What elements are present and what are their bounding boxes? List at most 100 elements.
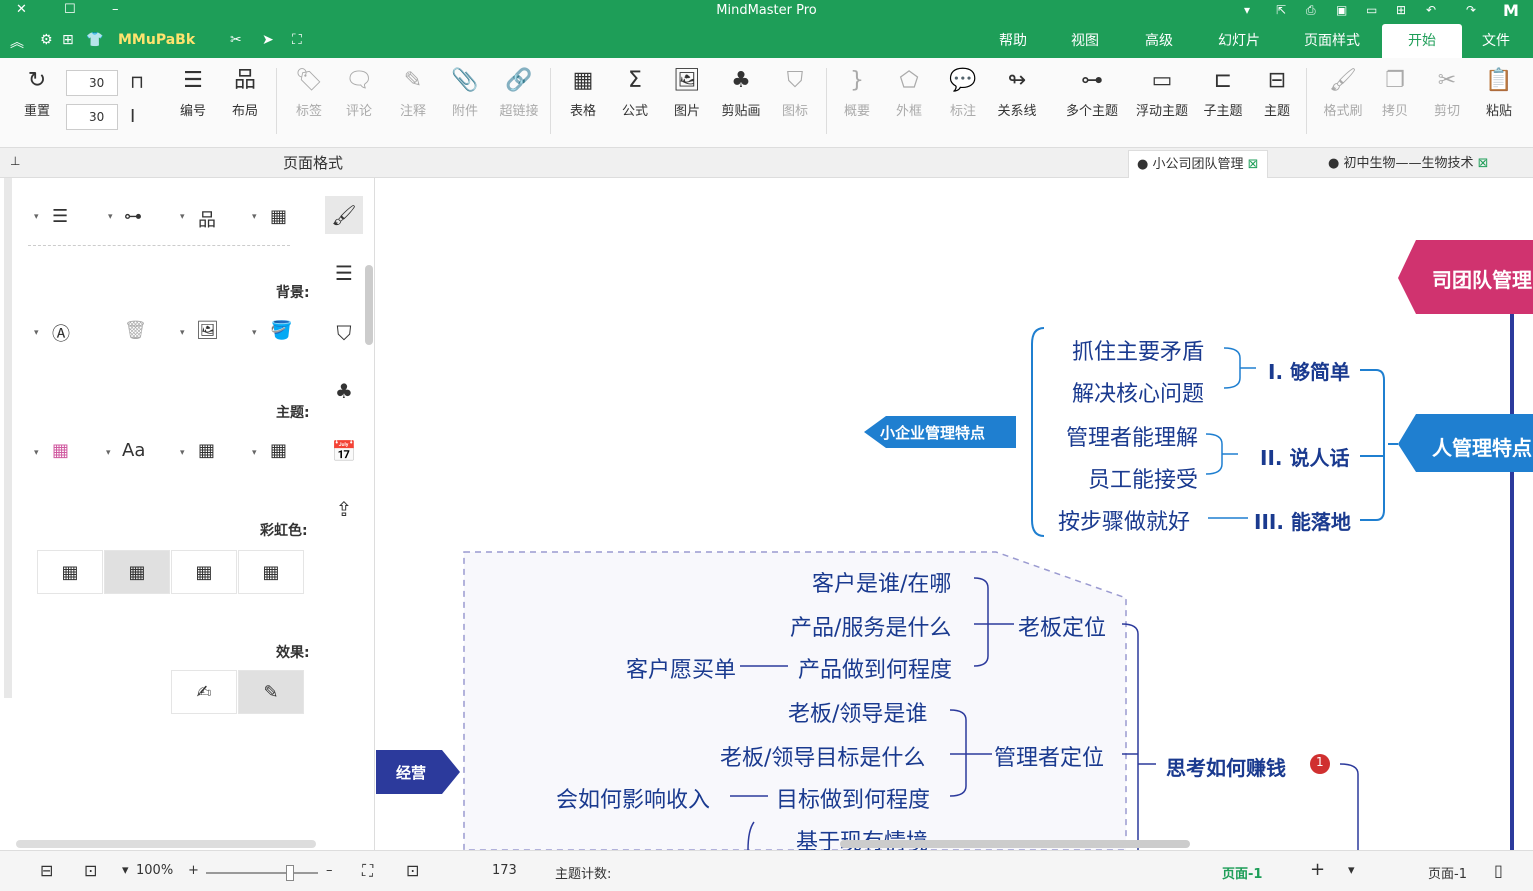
small-biz-topic[interactable]: 小企业管理特点 bbox=[880, 422, 985, 443]
fullscreen-view-icon[interactable]: ⛶ bbox=[362, 861, 373, 881]
layout-icon[interactable]: 品 bbox=[198, 206, 216, 232]
color-palette-icon[interactable]: ▦ bbox=[52, 440, 69, 461]
send-icon[interactable]: ➤ bbox=[262, 32, 274, 48]
fullscreen-icon[interactable]: ⛶ bbox=[292, 32, 302, 48]
theme-grid-icon[interactable]: ▦ bbox=[270, 440, 287, 461]
redo-icon[interactable]: ↷ bbox=[1466, 3, 1476, 17]
clipart-icon[interactable]: ♣ bbox=[325, 372, 363, 410]
attachment-button[interactable]: 📎 附件 bbox=[438, 66, 492, 119]
page-format-icon[interactable]: 🖌 bbox=[325, 196, 363, 234]
grid-icon[interactable]: ▦ bbox=[270, 206, 287, 227]
product-degree-topic[interactable]: 产品做到何程度 bbox=[798, 652, 952, 684]
manager-position-topic[interactable]: 管理者定位 bbox=[994, 740, 1104, 772]
panel-h-scrollbar[interactable] bbox=[16, 840, 316, 848]
comment-button[interactable]: 🗨 评论 bbox=[332, 66, 386, 119]
callout-button[interactable]: 💬 标注 bbox=[936, 66, 990, 119]
collapse-icon[interactable]: ⊟ bbox=[40, 861, 53, 880]
panel-scrollbar[interactable] bbox=[4, 178, 12, 698]
tab-file[interactable]: 文件 bbox=[1472, 24, 1520, 58]
customer-buy-topic[interactable]: 客户愿买单 bbox=[626, 652, 736, 684]
sidebar-scrollbar[interactable] bbox=[365, 265, 373, 345]
watermark-icon[interactable]: Ⓐ bbox=[52, 320, 70, 346]
share-icon[interactable]: ✂ bbox=[230, 32, 242, 48]
boss-position-topic[interactable]: 老板定位 bbox=[1018, 610, 1106, 642]
numbering-icon[interactable]: ☰ bbox=[52, 206, 68, 227]
multi-topic-button[interactable]: ⊶ 多个主题 bbox=[1062, 66, 1122, 119]
theme-color-icon[interactable]: ▦ bbox=[198, 440, 215, 461]
image-import-icon[interactable]: 🖼 bbox=[196, 320, 219, 341]
point-2-topic[interactable]: II. 说人话 bbox=[1260, 442, 1349, 471]
outline-icon[interactable]: ☰ bbox=[325, 254, 363, 292]
fit-page-icon[interactable]: ⊡ bbox=[406, 861, 419, 880]
think-money-topic[interactable]: 思考如何赚钱 bbox=[1166, 752, 1286, 781]
zoom-dropdown-icon[interactable]: ▾ bbox=[122, 863, 129, 878]
boundary-button[interactable]: ⬠ 外框 bbox=[882, 66, 936, 119]
rainbow-option-4[interactable]: ▦ bbox=[37, 550, 103, 594]
settings-icon[interactable]: ⚙ bbox=[40, 32, 53, 48]
goal-degree-topic[interactable]: 目标做到何程度 bbox=[776, 782, 930, 814]
operate-topic[interactable]: 经营 bbox=[396, 762, 426, 783]
shirt-icon[interactable]: 👕 bbox=[86, 32, 103, 48]
save-icon[interactable]: ▣ bbox=[1336, 3, 1347, 17]
tag-button[interactable]: 🏷 标签 bbox=[282, 66, 336, 119]
undo-icon[interactable]: ↶ bbox=[1426, 3, 1436, 17]
icon-button[interactable]: ⛉ 图标 bbox=[768, 66, 822, 119]
page-tab[interactable]: 页面-1 bbox=[1222, 863, 1262, 882]
blue-branch-topic[interactable]: 人管理特点 bbox=[1432, 432, 1532, 461]
add-page-icon[interactable]: + bbox=[1310, 859, 1325, 880]
icon-library-icon[interactable]: ⛉ bbox=[325, 314, 363, 352]
width-spinner[interactable]: 30 bbox=[66, 70, 118, 96]
task-icon[interactable]: 📅 bbox=[325, 432, 363, 470]
image-button[interactable]: 🖼 图片 bbox=[660, 66, 714, 119]
print-icon[interactable]: ⎙ bbox=[1306, 3, 1316, 18]
tab-help[interactable]: 帮助 bbox=[988, 24, 1038, 58]
layout-button[interactable]: 品布局 bbox=[218, 66, 272, 119]
collapse-ribbon-icon[interactable]: ︽ bbox=[10, 32, 24, 52]
leader-goal-topic[interactable]: 老板/领导目标是什么 bbox=[720, 740, 925, 772]
pin-icon[interactable]: ⊥ bbox=[10, 154, 20, 168]
zoom-slider-thumb[interactable] bbox=[286, 865, 294, 881]
zoom-in-icon[interactable]: + bbox=[188, 863, 199, 878]
clipart-button[interactable]: ♣ 剪贴画 bbox=[714, 66, 768, 119]
point-2a-topic[interactable]: 管理者能理解 bbox=[1066, 420, 1198, 452]
tab-slides[interactable]: 幻灯片 bbox=[1206, 24, 1272, 58]
minimize-window-icon[interactable]: – bbox=[112, 2, 119, 17]
rainbow-option-2[interactable]: ▦ bbox=[171, 550, 237, 594]
qat-dropdown-icon[interactable]: ▾ bbox=[1244, 3, 1250, 17]
tab-page-style[interactable]: 页面样式 bbox=[1292, 24, 1372, 58]
point-1b-topic[interactable]: 解决核心问题 bbox=[1072, 376, 1204, 408]
new-icon[interactable]: ⊞ bbox=[1396, 3, 1406, 17]
fit-screen-icon[interactable]: ⊡ bbox=[84, 861, 97, 880]
brand-label[interactable]: MMuPaBk bbox=[118, 32, 195, 48]
point-3-topic[interactable]: III. 能落地 bbox=[1254, 506, 1351, 535]
numbering-button[interactable]: ☰ 编号 bbox=[166, 66, 220, 119]
zoom-value[interactable]: 100% bbox=[136, 863, 173, 878]
font-icon[interactable]: Aa bbox=[122, 440, 145, 461]
reset-button[interactable]: ↻ 重置 bbox=[10, 66, 64, 119]
floating-topic-button[interactable]: ▭ 浮动主题 bbox=[1132, 66, 1192, 119]
root-topic[interactable]: 司团队管理 bbox=[1432, 264, 1532, 293]
export-panel-icon[interactable]: ⇪ bbox=[325, 490, 363, 528]
point-2b-topic[interactable]: 员工能接受 bbox=[1088, 462, 1198, 494]
zoom-out-icon[interactable]: – bbox=[326, 863, 333, 878]
note-button[interactable]: ✎ 注释 bbox=[386, 66, 440, 119]
leader-who-topic[interactable]: 老板/领导是谁 bbox=[788, 696, 927, 728]
customer-topic[interactable]: 客户是谁/在哪 bbox=[812, 566, 951, 598]
export-icon[interactable]: ⇱ bbox=[1276, 3, 1286, 17]
panel-toggle-icon[interactable]: ▯ bbox=[1494, 861, 1503, 880]
point-1a-topic[interactable]: 抓住主要矛盾 bbox=[1072, 334, 1204, 366]
paste-button[interactable]: 📋 粘贴 bbox=[1472, 66, 1526, 119]
rainbow-option-3[interactable]: ▦ bbox=[104, 550, 170, 594]
formula-button[interactable]: Σ 公式 bbox=[608, 66, 662, 119]
subtopic-button[interactable]: ⊏ 子主题 bbox=[1196, 66, 1250, 119]
zoom-slider[interactable] bbox=[206, 872, 318, 874]
maximize-window-icon[interactable]: ☐ bbox=[64, 2, 76, 17]
rainbow-option-1[interactable]: ▦ bbox=[238, 550, 304, 594]
tab-home[interactable]: 开始 bbox=[1382, 24, 1462, 58]
format-painter-button[interactable]: 🖌 格式刷 bbox=[1316, 66, 1370, 119]
cut-button[interactable]: ✂ 剪切 bbox=[1420, 66, 1474, 119]
apps-icon[interactable]: ⊞ bbox=[62, 32, 74, 48]
tab-advanced[interactable]: 高级 bbox=[1134, 24, 1184, 58]
effect-flat-button[interactable]: ✎ bbox=[238, 670, 304, 714]
doc-tab-biology[interactable]: ● 初中生物——生物技术 ⊠ bbox=[1320, 150, 1497, 178]
